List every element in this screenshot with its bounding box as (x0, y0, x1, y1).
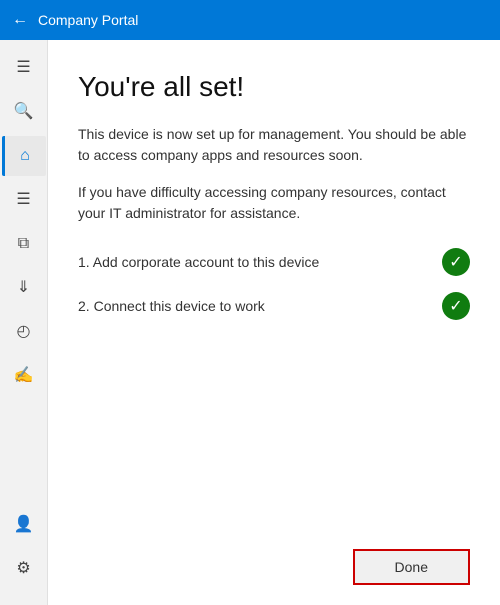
sidebar-top: ☰ 🔍 ⌂ ☰ ⧉ ⇓ ◴ (2, 48, 46, 505)
grid-categories-icon: ⧉ (18, 236, 29, 252)
feedback-icon: ✍ (14, 368, 34, 384)
steps-list: 1. Add corporate account to this device … (78, 248, 470, 320)
device-icon: ◴ (17, 324, 31, 340)
step-1-checkmark: ✓ (442, 248, 470, 276)
title-bar: ← Company Portal (0, 0, 500, 40)
app-body: ☰ 🔍 ⌂ ☰ ⧉ ⇓ ◴ (0, 40, 500, 605)
footer: Done (78, 529, 470, 585)
sidebar-item-apps[interactable]: ☰ (2, 180, 46, 220)
description-second: If you have difficulty accessing company… (78, 182, 470, 224)
sidebar-item-categories[interactable]: ⧉ (2, 224, 46, 264)
sidebar-item-menu[interactable]: ☰ (2, 48, 46, 88)
sidebar-item-downloads[interactable]: ⇓ (2, 268, 46, 308)
sidebar-item-devices[interactable]: ◴ (2, 312, 46, 352)
sidebar-item-search[interactable]: 🔍 (2, 92, 46, 132)
download-icon: ⇓ (17, 280, 30, 296)
back-button[interactable]: ← (12, 11, 28, 29)
search-icon: 🔍 (14, 104, 34, 120)
sidebar-item-account[interactable]: 👤 (2, 505, 46, 545)
menu-icon: ☰ (16, 60, 30, 76)
sidebar-bottom: 👤 ⚙ (2, 505, 46, 597)
sidebar-item-home[interactable]: ⌂ (2, 136, 46, 176)
step-item-2: 2. Connect this device to work ✓ (78, 292, 470, 320)
sidebar-item-feedback[interactable]: ✍ (2, 356, 46, 396)
user-icon: 👤 (14, 517, 34, 533)
sidebar-item-settings[interactable]: ⚙ (2, 549, 46, 589)
page-title: You're all set! (78, 70, 470, 104)
home-icon: ⌂ (20, 148, 30, 164)
step-2-checkmark: ✓ (442, 292, 470, 320)
sidebar: ☰ 🔍 ⌂ ☰ ⧉ ⇓ ◴ (0, 40, 48, 605)
done-button[interactable]: Done (353, 549, 470, 585)
step-item-1: 1. Add corporate account to this device … (78, 248, 470, 276)
app-title: Company Portal (38, 12, 138, 28)
description-first: This device is now set up for management… (78, 124, 470, 166)
main-content: You're all set! This device is now set u… (48, 40, 500, 605)
settings-icon: ⚙ (16, 561, 30, 577)
step-2-text: 2. Connect this device to work (78, 298, 430, 314)
step-1-text: 1. Add corporate account to this device (78, 254, 430, 270)
apps-list-icon: ☰ (16, 192, 30, 208)
